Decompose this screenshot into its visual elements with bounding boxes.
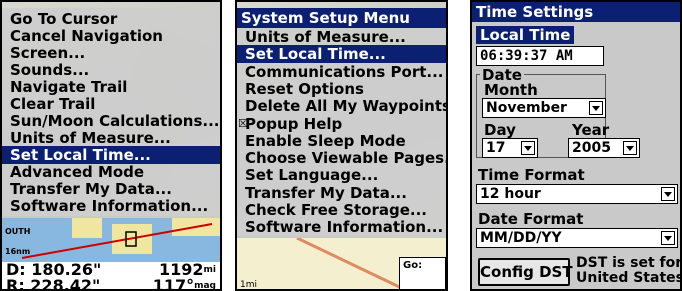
screen-title: Time Settings — [472, 2, 680, 22]
chevron-down-icon[interactable] — [661, 187, 675, 201]
month-value: November — [486, 100, 567, 116]
time-format-value: 12 hour — [480, 186, 541, 202]
year-label: Year — [572, 121, 610, 139]
date-format-select[interactable]: MM/DD/YY — [476, 228, 678, 248]
menu-item-go-to-cursor[interactable]: Go To Cursor — [2, 10, 220, 28]
time-settings-screen: Time Settings Local Time 06:39:37 AM Dat… — [470, 0, 682, 291]
day-label: Day — [484, 121, 516, 139]
date-format-label: Date Format — [478, 210, 584, 228]
menu-item-popup-help[interactable]: ☒ Popup Help — [237, 115, 446, 133]
year-select[interactable]: 2005 — [568, 138, 640, 158]
checkbox-icon[interactable]: ☒ — [238, 115, 248, 133]
menu-item-advanced-mode[interactable]: Advanced Mode — [2, 163, 220, 181]
menu-item-sun-moon-calculations[interactable]: Sun/Moon Calculations... — [2, 112, 220, 130]
map-label: OUTH — [5, 227, 31, 236]
day-value: 17 — [486, 140, 506, 156]
time-format-select[interactable]: 12 hour — [476, 184, 678, 204]
menu-item-choose-viewable-pages[interactable]: Choose Viewable Pages... — [237, 149, 446, 167]
menu-item-reset-options[interactable]: Reset Options — [237, 80, 446, 98]
chevron-down-icon[interactable] — [661, 231, 675, 245]
config-dst-button[interactable]: Config DST — [478, 258, 573, 286]
month-select[interactable]: November — [482, 98, 606, 118]
menu-item-label: Popup Help — [245, 114, 343, 133]
menu-item-screen[interactable]: Screen... — [2, 44, 220, 62]
menu-item-units-of-measure[interactable]: Units of Measure... — [2, 129, 220, 147]
system-setup-menu: System Setup Menu Units of Measure... Set… — [237, 8, 446, 236]
time-format-label: Time Format — [478, 166, 585, 184]
dst-note-line2: United States — [576, 270, 682, 286]
menu-item-transfer-my-data[interactable]: Transfer My Data... — [2, 180, 220, 198]
zoom-label: 16nm — [5, 247, 31, 256]
month-label: Month — [484, 81, 538, 99]
go-box: Go: — [399, 257, 446, 289]
main-menu: Go To Cursor Cancel Navigation Screen... So… — [2, 8, 220, 216]
menu-item-set-local-time[interactable]: Set Local Time... — [237, 45, 446, 64]
menu-item-cancel-navigation[interactable]: Cancel Navigation — [2, 27, 220, 45]
dst-note-line1: DST is set for — [576, 255, 682, 271]
date-format-value: MM/DD/YY — [480, 230, 562, 246]
menu-item-units-of-measure[interactable]: Units of Measure... — [237, 28, 446, 46]
menu-item-communications-port[interactable]: Communications Port... — [237, 63, 446, 81]
menu-item-set-language[interactable]: Set Language... — [237, 166, 446, 184]
menu-item-enable-sleep-mode[interactable]: Enable Sleep Mode — [237, 132, 446, 150]
local-time-field[interactable]: 06:39:37 AM — [476, 46, 604, 66]
menu-item-transfer-my-data[interactable]: Transfer My Data... — [237, 184, 446, 202]
bearing-value: 117° — [152, 276, 195, 291]
menu-item-set-local-time[interactable]: Set Local Time... — [2, 146, 220, 164]
menu-title: System Setup Menu — [237, 8, 446, 28]
year-value: 2005 — [572, 140, 611, 156]
chevron-down-icon[interactable] — [589, 101, 603, 115]
day-select[interactable]: 17 — [482, 138, 538, 158]
menu-item-software-information[interactable]: Software Information... — [237, 218, 446, 236]
menu-item-navigate-trail[interactable]: Navigate Trail — [2, 78, 220, 96]
menu-item-delete-all-my-waypoints[interactable]: Delete All My Waypoints — [237, 97, 446, 115]
navigation-readout: D: 180.26" 1192mi R: 228.42" 117°mag — [2, 262, 220, 291]
chevron-down-icon[interactable] — [521, 141, 535, 155]
main-menu-screen: Go To Cursor Cancel Navigation Screen... So… — [0, 0, 222, 291]
distance-unit: mi — [203, 265, 216, 275]
local-time-label: Local Time — [476, 26, 575, 44]
menu-item-clear-trail[interactable]: Clear Trail — [2, 95, 220, 113]
menu-item-check-free-storage[interactable]: Check Free Storage... — [237, 201, 446, 219]
navigation-map-strip: OUTH 16nm — [2, 218, 220, 262]
range-label: R: — [6, 276, 25, 291]
menu-item-software-information[interactable]: Software Information... — [2, 197, 220, 215]
menu-item-sounds[interactable]: Sounds... — [2, 61, 220, 79]
course-line — [21, 223, 213, 259]
map-scale: 1mi — [240, 280, 257, 290]
system-setup-screen: System Setup Menu Units of Measure... Set… — [235, 0, 448, 291]
bearing-unit: mag — [194, 281, 216, 291]
range-value: 228.42" — [30, 276, 101, 291]
go-label: Go: — [403, 260, 423, 271]
chevron-down-icon[interactable] — [623, 141, 637, 155]
